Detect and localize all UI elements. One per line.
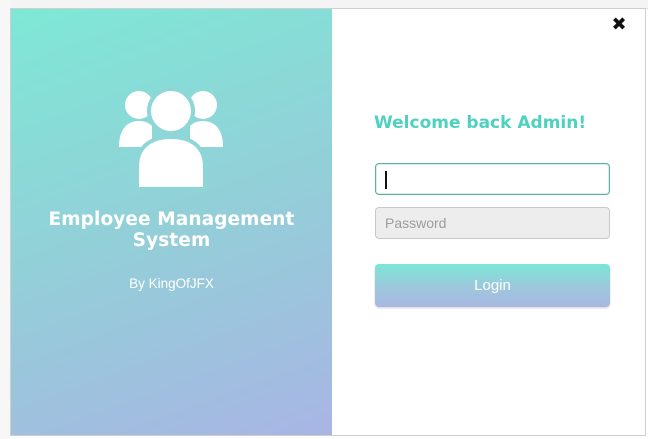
app-title: Employee Management System bbox=[48, 209, 295, 251]
username-input[interactable] bbox=[375, 163, 610, 195]
login-dialog: Employee Management System By KingOfJFX … bbox=[10, 8, 646, 436]
login-button[interactable]: Login bbox=[375, 264, 610, 307]
branding-panel: Employee Management System By KingOfJFX bbox=[11, 9, 332, 435]
close-icon[interactable]: ✖ bbox=[609, 15, 629, 35]
welcome-heading: Welcome back Admin! bbox=[374, 113, 587, 133]
users-group-icon bbox=[119, 87, 223, 191]
background-app-edge bbox=[0, 0, 10, 439]
password-input[interactable] bbox=[375, 207, 610, 239]
text-caret bbox=[385, 171, 387, 189]
app-byline: By KingOfJFX bbox=[129, 276, 214, 291]
